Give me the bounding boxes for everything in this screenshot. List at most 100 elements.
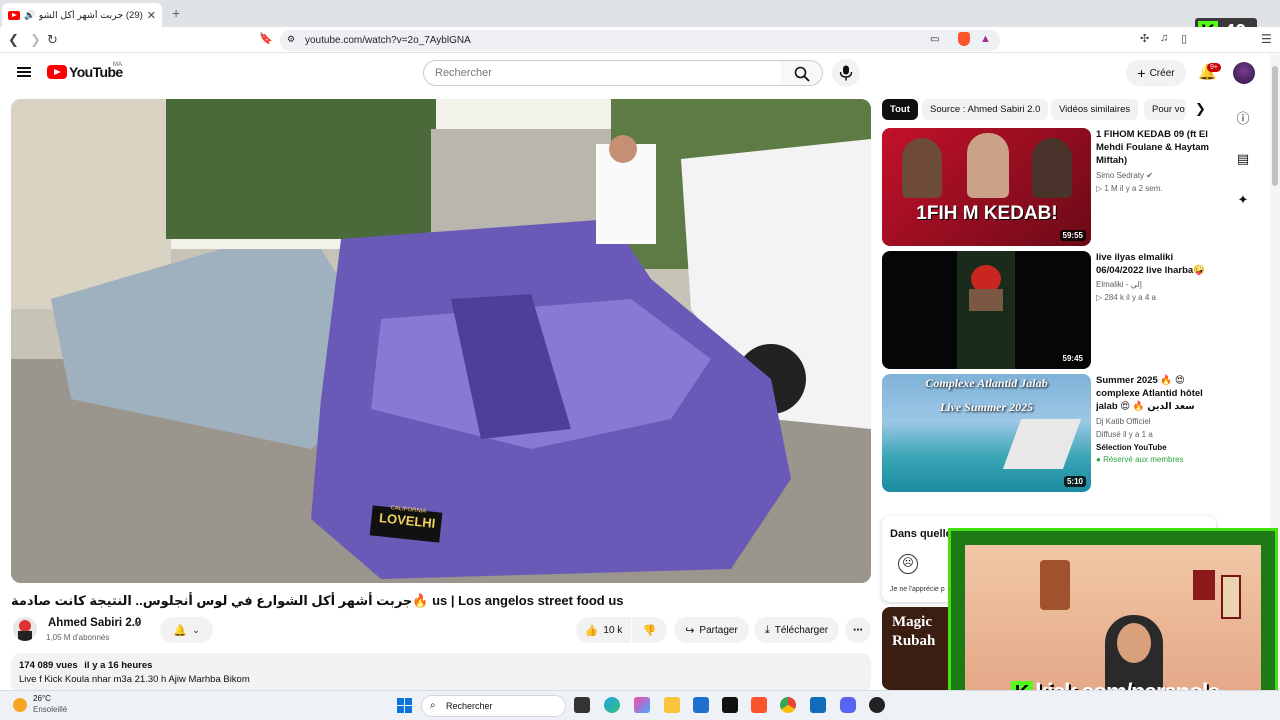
youtube-favicon [8,10,20,20]
obs-icon[interactable] [869,697,885,713]
recommendation-item[interactable]: Complexe Atlantid Jalab Live Summer 2025… [882,374,1212,492]
thumbs-up-icon: 👍 [584,624,599,637]
description-box[interactable]: 174 089 vues il y a 16 heures Live f Kic… [11,653,871,693]
video-thumbnail[interactable]: 59:45 [882,251,1091,369]
discord-icon[interactable] [840,697,856,713]
info-icon[interactable]: ⓘ [1235,108,1251,126]
back-arrow-icon[interactable]: ❮ [8,32,19,48]
file-explorer-icon[interactable] [664,697,680,713]
sad-face-icon[interactable]: ☹ [898,554,918,574]
brave-shield-icon[interactable] [958,32,970,46]
site-info-icon[interactable]: ⚙ [287,34,295,45]
recommendation-item[interactable]: 59:45 live ilyas elmaliki 06/04/2022 liv… [882,251,1212,369]
speaker-icon[interactable]: 🔊 [24,10,35,21]
notification-badge: 9+ [1207,63,1221,72]
mail-icon[interactable] [810,697,826,713]
weather-desc[interactable]: Ensoleillé [33,705,67,714]
voice-search-button[interactable] [832,59,860,87]
chevron-down-icon: ⌄ [192,624,200,635]
chip-for-you[interactable]: Pour vo [1144,99,1186,120]
chip-all[interactable]: Tout [882,99,918,120]
video-player[interactable]: CALIFORNIA LOVELHI [11,99,871,583]
app-icon[interactable] [722,697,738,713]
share-icon: ↪ [685,624,695,637]
download-button[interactable]: ⤓ Télécharger [754,617,839,643]
recommendation-title[interactable]: Summer 2025 🔥 😍 complexe Atlantid hôtel … [1096,374,1212,414]
menu-icon[interactable] [17,67,31,77]
plus-icon: + [1137,65,1146,81]
recommendation-title[interactable]: 1 FIHOM KEDAB 09 (ft El Mehdi Foulane & … [1096,128,1212,167]
country-code: MA [113,62,122,68]
reload-icon[interactable]: ↻ [47,32,58,48]
sparkle-icon[interactable]: ✦ [1235,192,1251,208]
forward-arrow-icon[interactable]: ❯ [30,32,41,48]
taskbar-search[interactable]: ⌕ Rechercher [421,695,566,717]
windows-taskbar: 26°C Ensoleillé ⌕ Rechercher [0,690,1280,720]
browser-menu-icon[interactable]: ☰ [1261,32,1272,46]
media-icon[interactable]: ♫ [1160,32,1168,44]
download-label: Télécharger [774,624,829,636]
taskbar-search-label: Rechercher [446,701,493,711]
chip-source[interactable]: Source : Ahmed Sabiri 2.0 [922,99,1049,120]
dislike-button[interactable]: 👎 [632,617,667,643]
search-button[interactable] [781,60,823,86]
verified-icon: ✔ [1146,171,1153,180]
room-poster [1193,570,1215,600]
weather-temp[interactable]: 26°C [33,694,51,703]
thumbnail-text: Live Summer 2025 [939,400,1034,414]
recommendation-title[interactable]: live ilyas elmaliki 06/04/2022 live lhar… [1096,251,1212,277]
create-button[interactable]: + Créer [1126,60,1186,86]
video-duration: 5:10 [1063,476,1086,487]
more-actions-button[interactable]: ⋯ [845,617,871,643]
thumbnail-slides [1002,419,1082,469]
chat-icon[interactable]: ▤ [1235,151,1251,167]
chrome-icon[interactable] [780,697,796,713]
recommendation-item[interactable]: 1FIH M KEDAB! 59:55 1 FIHOM KEDAB 09 (ft… [882,128,1212,246]
task-view-icon[interactable] [574,697,590,713]
channel-avatar[interactable] [13,617,37,641]
address-bar[interactable]: ⚙ youtube.com/watch?v=2o_7AyblGNA ▭ ▲ [280,30,1000,51]
create-label: Créer [1149,67,1175,79]
microphone-icon [839,65,853,81]
sidebar-icon[interactable]: ▯ [1181,32,1187,45]
brave-icon[interactable] [751,697,767,713]
verified-icon: ✔ [134,618,142,628]
search-icon [794,66,810,82]
new-tab-button[interactable]: + [172,5,180,21]
tab-close-icon[interactable]: ✕ [147,9,156,22]
like-button[interactable]: 👍 10 k [576,617,631,643]
youtube-logo-icon[interactable] [47,65,67,79]
windows-start-icon[interactable] [397,698,412,713]
bookmark-icon[interactable]: 🔖 [259,32,273,45]
sun-icon[interactable] [13,698,27,712]
search-input[interactable]: Rechercher [423,60,782,86]
copilot-icon[interactable] [634,697,650,713]
search-icon: ⌕ [430,700,436,711]
view-stats: 174 089 vues il y a 16 heures [19,660,863,671]
like-count: 10 k [603,624,623,636]
room-poster [1221,575,1241,619]
chevron-right-icon[interactable]: ❯ [1195,101,1206,117]
thumbnail-person [902,138,942,198]
youtube-header: YouTube MA Rechercher + Créer 🔔 9+ [0,54,1270,92]
tab-title: (29) جربت أشهر أكل الشوارع م... [39,9,143,21]
video-thumbnail[interactable]: Complexe Atlantid Jalab Live Summer 2025… [882,374,1091,492]
edge-icon[interactable] [604,697,620,713]
share-button[interactable]: ↪ Partager [674,617,749,643]
channel-name[interactable]: Ahmed Sabiri 2.0 [48,617,141,629]
subscribed-bell-button[interactable]: 🔔 ⌄ [160,617,213,643]
chip-similar[interactable]: Vidéos similaires [1051,99,1139,120]
thumbnail-person [1032,138,1072,198]
url-text: youtube.com/watch?v=2o_7AyblGNA [305,35,471,46]
bell-outline-icon: 🔔 [173,624,188,637]
cast-icon[interactable]: ▭ [930,34,939,45]
thumbnail-text: 1FIH M KEDAB! [916,203,1058,224]
store-icon[interactable] [693,697,709,713]
account-avatar[interactable] [1233,62,1255,84]
extensions-icon[interactable]: ✣ [1140,32,1149,45]
video-thumbnail[interactable]: 1FIH M KEDAB! 59:55 [882,128,1091,246]
recommendation-item[interactable]: Magic Rubah [882,607,952,690]
brave-rewards-icon[interactable]: ▲ [980,33,991,45]
browser-tab[interactable]: 🔊 (29) جربت أشهر أكل الشوارع م... ✕ [2,3,162,27]
share-label: Partager [699,624,738,636]
